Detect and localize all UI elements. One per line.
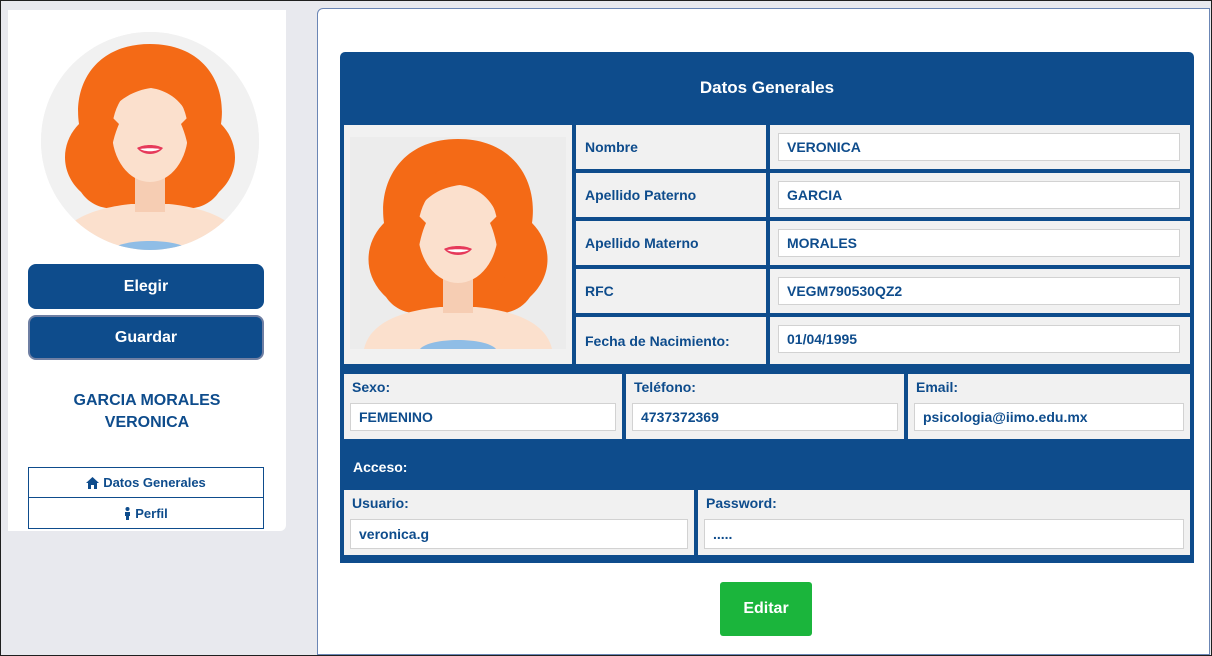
password-group: Password: ..... <box>698 490 1190 555</box>
sidebar-item-label: Datos Generales <box>103 475 206 490</box>
general-data-card: Datos Generales Nombre VERONICA Apellido… <box>340 52 1194 563</box>
sidebar-nav: Datos Generales Perfil <box>28 467 264 529</box>
main-panel: Datos Generales Nombre VERONICA Apellido… <box>317 8 1210 655</box>
sidebar-item-datos-generales[interactable]: Datos Generales <box>28 467 264 498</box>
fecha-nacimiento-field[interactable]: 01/04/1995 <box>778 325 1180 353</box>
fecha-nacimiento-label: Fecha de Nacimiento: <box>576 317 766 364</box>
app-frame: Elegir Guardar GARCIA MORALES VERONICA D… <box>0 0 1212 656</box>
telefono-field[interactable]: 4737372369 <box>632 403 898 431</box>
apellido-materno-label: Apellido Materno <box>576 221 766 265</box>
person-icon <box>125 506 131 520</box>
woman-avatar-icon <box>41 32 259 250</box>
sidebar-item-perfil[interactable]: Perfil <box>28 498 264 529</box>
apellido-materno-cell: MORALES <box>770 221 1190 265</box>
avatar <box>41 32 259 250</box>
apellido-paterno-field[interactable]: GARCIA <box>778 181 1180 209</box>
card-title: Datos Generales <box>699 78 835 97</box>
person-name-line-1: GARCIA MORALES <box>73 392 221 409</box>
sidebar: Elegir Guardar GARCIA MORALES VERONICA D… <box>8 10 286 531</box>
person-full-name: GARCIA MORALES VERONICA <box>8 390 286 434</box>
apellido-paterno-cell: GARCIA <box>770 173 1190 217</box>
password-label: Password: <box>706 495 777 511</box>
woman-avatar-icon <box>344 125 572 364</box>
email-group: Email: psicologia@iimo.edu.mx <box>908 374 1190 439</box>
nombre-field[interactable]: VERONICA <box>778 133 1180 161</box>
telefono-group: Teléfono: 4737372369 <box>626 374 904 439</box>
rfc-field[interactable]: VEGM790530QZ2 <box>778 277 1180 305</box>
save-photo-button[interactable]: Guardar <box>28 315 264 360</box>
password-field[interactable]: ..... <box>704 519 1184 549</box>
sexo-label: Sexo: <box>352 379 391 395</box>
apellido-paterno-label: Apellido Paterno <box>576 173 766 217</box>
usuario-field[interactable]: veronica.g <box>350 519 688 549</box>
profile-photo <box>344 125 572 364</box>
usuario-label: Usuario: <box>352 495 409 511</box>
sidebar-item-label: Perfil <box>135 505 168 521</box>
person-name-line-2: VERONICA <box>104 414 190 431</box>
nombre-cell: VERONICA <box>770 125 1190 169</box>
sexo-group: Sexo: FEMENINO <box>344 374 622 439</box>
access-section-label: Acceso: <box>353 459 408 475</box>
email-field[interactable]: psicologia@iimo.edu.mx <box>914 403 1184 431</box>
fecha-nacimiento-cell: 01/04/1995 <box>770 317 1190 364</box>
rfc-label: RFC <box>576 269 766 313</box>
choose-photo-button[interactable]: Elegir <box>28 264 264 309</box>
telefono-label: Teléfono: <box>634 379 696 395</box>
email-label: Email: <box>916 379 959 395</box>
home-icon <box>86 476 100 489</box>
usuario-group: Usuario: veronica.g <box>344 490 694 555</box>
rfc-cell: VEGM790530QZ2 <box>770 269 1190 313</box>
sexo-field[interactable]: FEMENINO <box>350 403 616 431</box>
apellido-materno-field[interactable]: MORALES <box>778 229 1180 257</box>
nombre-label: Nombre <box>576 125 766 169</box>
edit-button[interactable]: Editar <box>720 582 812 636</box>
